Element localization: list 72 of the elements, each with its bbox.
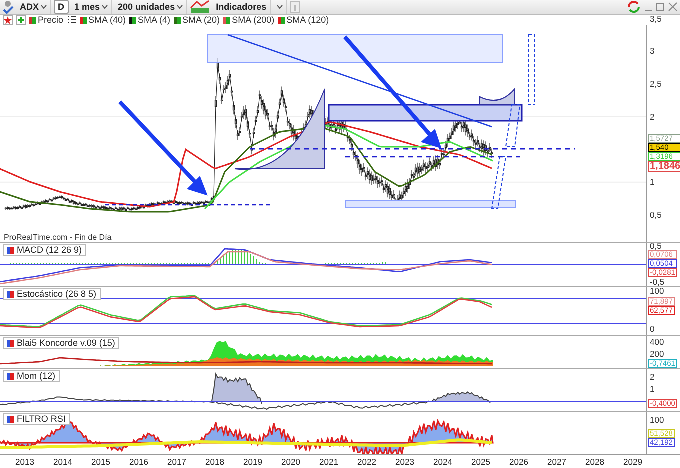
period-button[interactable]: D (54, 0, 69, 14)
symbol-dropdown[interactable]: ADX (17, 0, 52, 14)
axis-tick-label: 2,5 (650, 80, 662, 89)
year-label: 2013 (14, 456, 36, 466)
legend-item[interactable]: SMA (4) (129, 15, 171, 25)
indicator-label[interactable]: Estocástico (26 8 5) (3, 288, 101, 300)
legend-item[interactable]: SMA (20) (174, 15, 220, 25)
year-label: 2027 (546, 456, 568, 466)
axis-tick-label: 2 (650, 112, 655, 122)
arc-shape (480, 88, 516, 106)
units-dropdown[interactable]: 200 unidades (115, 0, 188, 14)
indicator-label[interactable]: MACD (12 26 9) (3, 244, 86, 256)
add-icon[interactable] (16, 15, 26, 25)
axis-tick-label: 1 (650, 384, 655, 394)
axis-tick-label: 3 (650, 47, 655, 56)
caret-icon (177, 5, 184, 9)
year-label: 2018 (204, 456, 226, 466)
caret-icon (41, 5, 48, 9)
legend-item[interactable]: SMA (40) (80, 15, 126, 25)
projection-shape (491, 156, 507, 210)
caret-icon (102, 5, 108, 9)
axis-tick-label: 1 (650, 178, 655, 187)
chart-icon[interactable] (190, 0, 210, 14)
legend-item[interactable]: SMA (120) (278, 15, 330, 25)
year-label: 2020 (280, 456, 302, 466)
indicator-label[interactable]: Blai5 Koncorde v.09 (15) (3, 337, 120, 349)
star-icon[interactable] (3, 15, 13, 25)
year-label: 2026 (508, 456, 530, 466)
year-label: 2024 (432, 456, 454, 466)
axis-tick-label: 2 (650, 372, 655, 382)
axis-tick-label: 400 (650, 338, 664, 346)
year-label: 2014 (52, 456, 74, 466)
caret-icon (276, 5, 283, 9)
interval-dropdown[interactable]: 1 mes (72, 0, 112, 14)
legend-label: SMA (200) (232, 15, 275, 25)
year-label: 2028 (584, 456, 606, 466)
refresh-icon[interactable] (627, 0, 641, 14)
axis-tick-label: -0,5 (650, 278, 665, 286)
year-label: 2016 (128, 456, 150, 466)
projection-shape (505, 104, 521, 148)
year-label: 2023 (394, 456, 416, 466)
year-label: 2021 (318, 456, 340, 466)
projection-shape (528, 34, 536, 106)
year-label: 2015 (90, 456, 112, 466)
legend-label: SMA (40) (88, 15, 126, 25)
legend-label: SMA (20) (182, 15, 220, 25)
year-label: 2017 (166, 456, 188, 466)
legend-label: SMA (4) (138, 15, 171, 25)
list-icon[interactable] (66, 15, 77, 25)
year-label: 2022 (356, 456, 378, 466)
legend-label: Precio (38, 15, 64, 25)
window-controls-icon[interactable] (644, 2, 678, 12)
area-fill (212, 372, 262, 404)
axis-tick-label: 200 (650, 350, 664, 358)
legend-label: SMA (120) (286, 15, 330, 25)
axis-tick-label: 3,5 (650, 14, 662, 24)
axis-tick-label: 100 (650, 286, 664, 296)
axis-tick-label: 0 (650, 324, 655, 334)
year-label: 2019 (242, 456, 264, 466)
indicator-label[interactable]: FILTRO RSI (3, 413, 70, 425)
indicator-label[interactable]: Mom (12) (3, 370, 60, 382)
area-fill (430, 392, 494, 403)
legend-item[interactable]: SMA (200) (223, 15, 275, 25)
axis-tick-label: 0,5 (650, 242, 662, 250)
axis-tick-label: 0,5 (650, 210, 662, 220)
year-label: 2025 (470, 456, 492, 466)
year-label: 2029 (622, 456, 644, 466)
indicators-button[interactable]: Indicadores (213, 0, 271, 14)
axis-tick-label: 100 (650, 416, 664, 424)
source-label: ProRealTime.com - Fin de Día (4, 233, 112, 242)
legend-item[interactable]: Precio (29, 15, 64, 25)
price-reading: 1,1846 (648, 161, 680, 172)
